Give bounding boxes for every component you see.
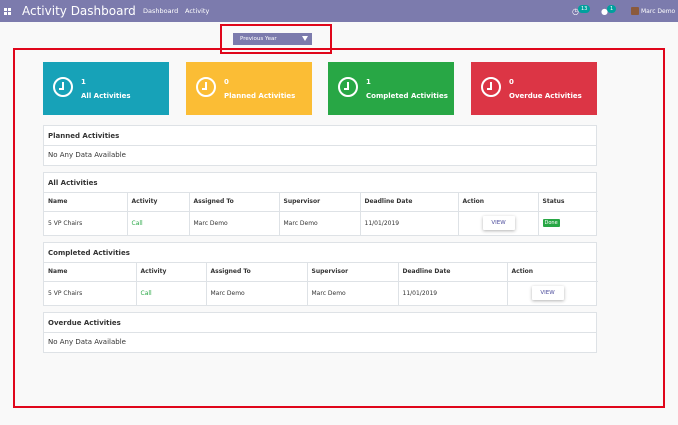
activity-count-badge: 13: [578, 5, 591, 13]
all-activities-table: Name Activity Assigned To Supervisor Dea…: [44, 193, 598, 235]
card-all-activities[interactable]: 1 All Activities: [43, 62, 169, 115]
user-avatar[interactable]: [631, 7, 639, 15]
card-label: Planned Activities: [224, 92, 296, 100]
card-planned-activities[interactable]: 0 Planned Activities: [186, 62, 312, 115]
card-label: Completed Activities: [366, 92, 448, 100]
user-name[interactable]: Marc Demo: [641, 8, 675, 15]
column-header: Action: [507, 263, 598, 282]
table-row: 5 VP Chairs Call Marc Demo Marc Demo 11/…: [44, 281, 598, 305]
table-header-row: Name Activity Assigned To Supervisor Dea…: [44, 263, 598, 282]
column-header: Activity: [136, 263, 207, 282]
cell-activity: Call: [127, 211, 190, 235]
completed-activities-table: Name Activity Assigned To Supervisor Dea…: [44, 263, 598, 305]
status-badge: Done: [542, 219, 560, 228]
panel-title: Overdue Activities: [44, 313, 596, 333]
view-button[interactable]: VIEW: [482, 216, 515, 231]
column-header: Name: [44, 193, 128, 212]
empty-message: No Any Data Available: [44, 333, 596, 352]
card-label: Overdue Activities: [509, 92, 582, 100]
card-overdue-activities[interactable]: 0 Overdue Activities: [471, 62, 597, 115]
card-count: 1: [81, 78, 86, 86]
overdue-activities-panel: Overdue Activities No Any Data Available: [43, 312, 597, 353]
column-header: Activity: [127, 193, 190, 212]
table-row: 5 VP Chairs Call Marc Demo Marc Demo 11/…: [44, 211, 598, 235]
empty-message: No Any Data Available: [44, 146, 596, 165]
cell-supervisor: Marc Demo: [307, 281, 399, 305]
top-navbar: Activity Dashboard Dashboard Activity ◷ …: [0, 0, 678, 22]
period-filter-value: Previous Year: [240, 36, 277, 42]
column-header: Supervisor: [279, 193, 361, 212]
column-header: Name: [44, 263, 137, 282]
column-header: Assigned To: [206, 263, 308, 282]
clock-icon: [196, 77, 216, 97]
clock-icon: [481, 77, 501, 97]
clock-icon: [53, 77, 73, 97]
clock-icon: [338, 77, 358, 97]
cell-supervisor: Marc Demo: [279, 211, 361, 235]
panel-title: Planned Activities: [44, 126, 596, 146]
message-count-badge: 1: [607, 5, 617, 13]
chevron-down-icon: [302, 36, 308, 41]
cell-status: Done: [538, 211, 598, 235]
cell-deadline: 11/01/2019: [398, 281, 508, 305]
cell-action: VIEW: [458, 211, 539, 235]
panel-title: All Activities: [44, 173, 596, 193]
cell-name: 5 VP Chairs: [44, 211, 128, 235]
cell-name: 5 VP Chairs: [44, 281, 137, 305]
nav-activity-link[interactable]: Activity: [185, 7, 209, 15]
apps-menu-icon[interactable]: [4, 8, 11, 15]
cell-action: VIEW: [507, 281, 598, 305]
column-header: Supervisor: [307, 263, 399, 282]
table-header-row: Name Activity Assigned To Supervisor Dea…: [44, 193, 598, 212]
column-header: Action: [458, 193, 539, 212]
cell-assigned-to: Marc Demo: [206, 281, 308, 305]
column-header: Status: [538, 193, 598, 212]
column-header: Deadline Date: [360, 193, 459, 212]
planned-activities-panel: Planned Activities No Any Data Available: [43, 125, 597, 166]
panel-title: Completed Activities: [44, 243, 596, 263]
period-filter-select[interactable]: Previous Year: [233, 33, 312, 45]
nav-dashboard-link[interactable]: Dashboard: [143, 7, 178, 15]
card-label: All Activities: [81, 92, 131, 100]
column-header: Deadline Date: [398, 263, 508, 282]
card-count: 1: [366, 78, 371, 86]
card-count: 0: [224, 78, 229, 86]
column-header: Assigned To: [189, 193, 280, 212]
all-activities-panel: All Activities Name Activity Assigned To…: [43, 172, 598, 236]
cell-assigned-to: Marc Demo: [189, 211, 280, 235]
completed-activities-panel: Completed Activities Name Activity Assig…: [43, 242, 598, 306]
view-button[interactable]: VIEW: [531, 286, 564, 301]
card-count: 0: [509, 78, 514, 86]
card-completed-activities[interactable]: 1 Completed Activities: [328, 62, 454, 115]
app-title: Activity Dashboard: [22, 4, 136, 18]
cell-deadline: 11/01/2019: [360, 211, 459, 235]
cell-activity: Call: [136, 281, 207, 305]
